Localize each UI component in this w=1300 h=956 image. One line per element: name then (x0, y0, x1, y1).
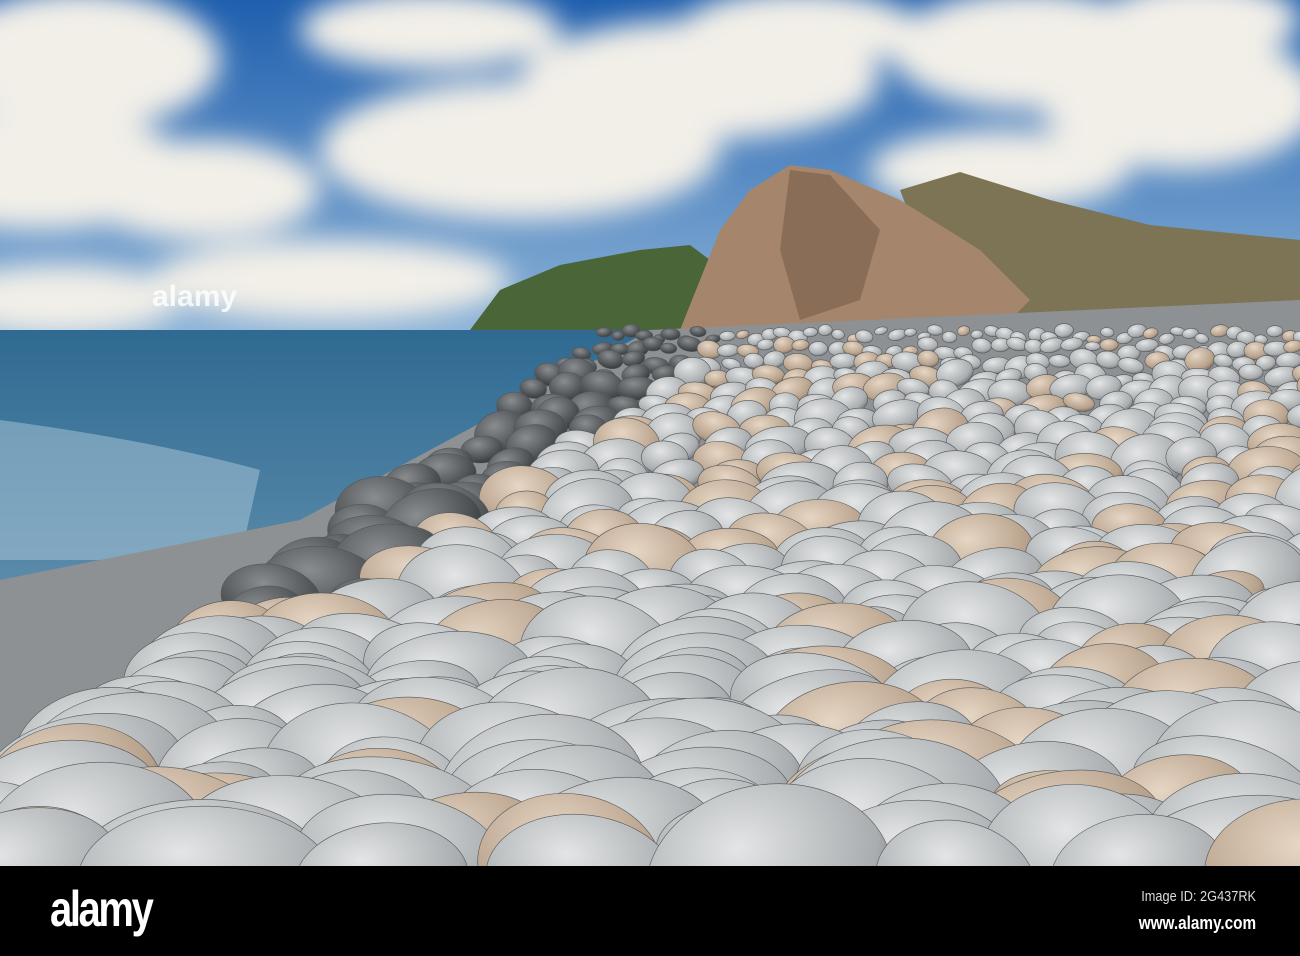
boulder (595, 327, 613, 338)
boulder (660, 328, 681, 341)
boulder (808, 341, 828, 357)
image-meta: Image ID: 2G437RK www.alamy.com (1118, 888, 1256, 934)
site-url[interactable]: www.alamy.com (1139, 913, 1256, 934)
alamy-logo[interactable]: alamy (50, 880, 154, 938)
boulder (1099, 338, 1119, 352)
footer-bar: alamy Image ID: 2G437RK www.alamy.com (0, 866, 1300, 956)
watermark-center: alamy (152, 280, 237, 313)
coastal-boulder-beach-photo: alamy (0, 0, 1300, 866)
cloud (80, 140, 320, 240)
image-id: Image ID: 2G437RK (1141, 888, 1256, 905)
